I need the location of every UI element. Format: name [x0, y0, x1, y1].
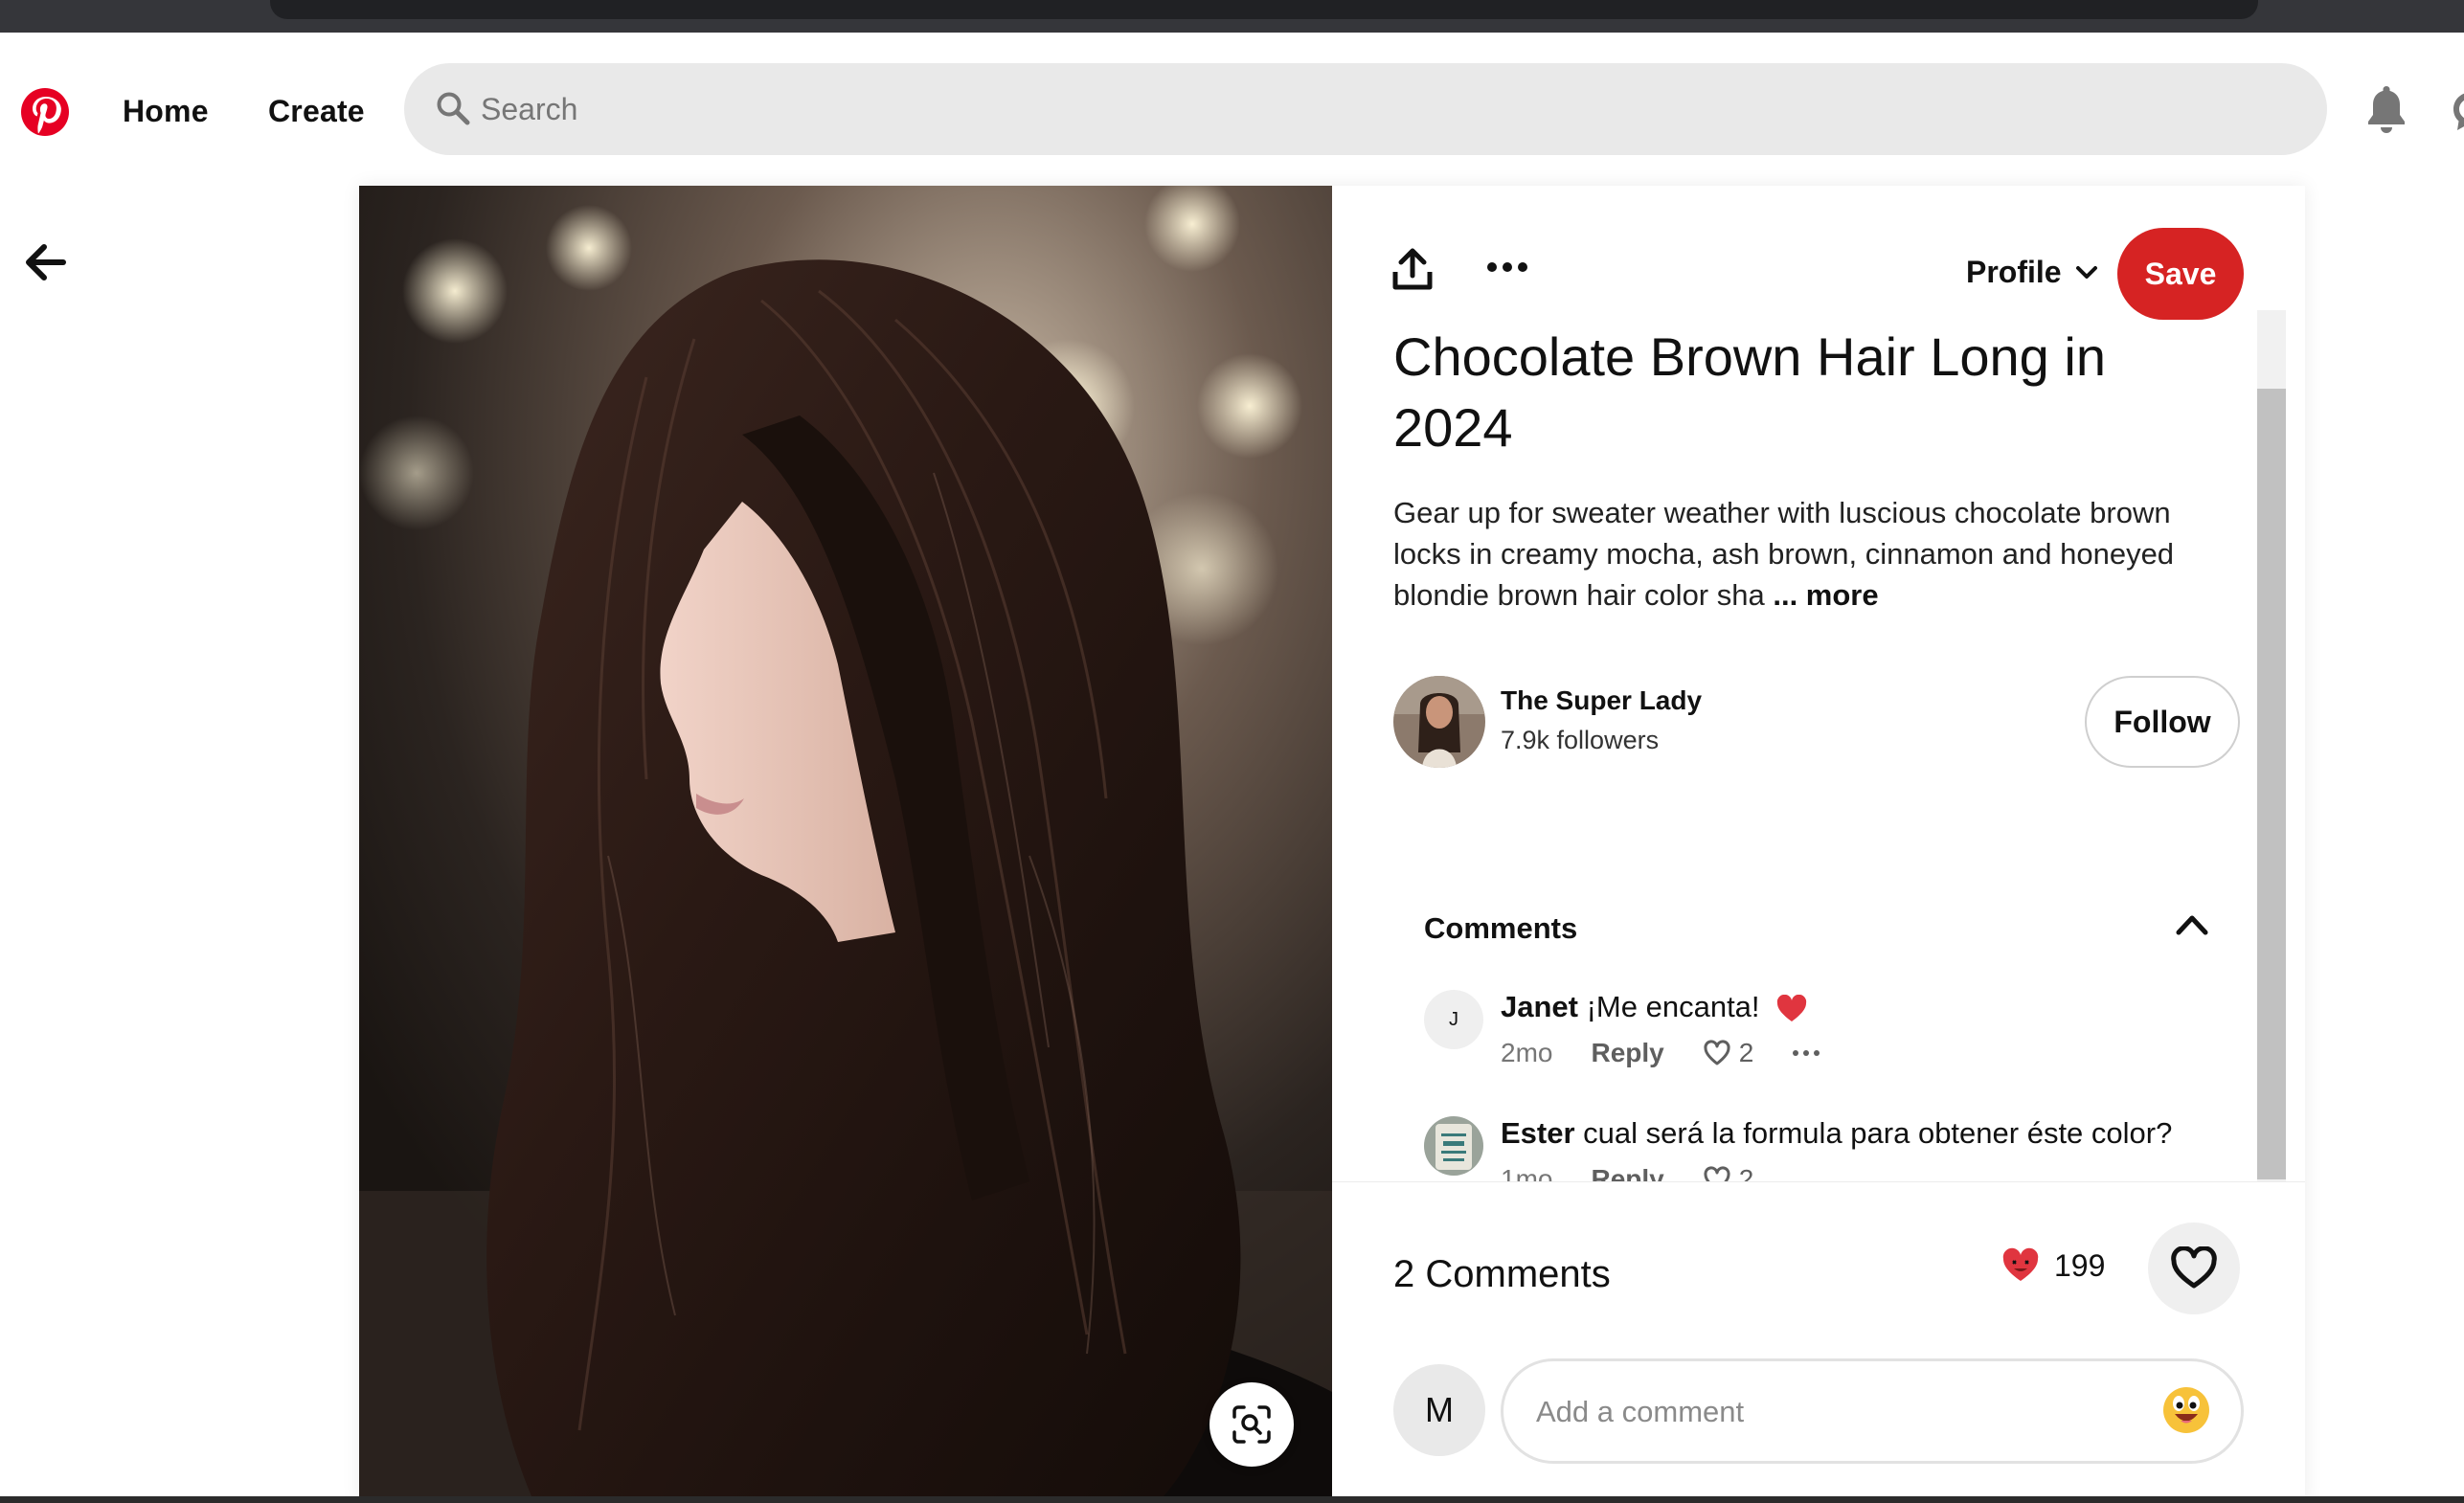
react-button[interactable] [2148, 1223, 2240, 1314]
heart-eyes-icon [2002, 1247, 2039, 1281]
comment-input-box[interactable] [1501, 1358, 2244, 1464]
share-icon[interactable] [1391, 247, 1434, 293]
author-followers: 7.9k followers [1501, 726, 1660, 754]
comment-author[interactable]: Janet [1501, 990, 1578, 1023]
comment-meta: 2mo Reply 2 [1501, 1038, 1820, 1068]
comment-more-icon[interactable] [1792, 1048, 1820, 1058]
comment-author[interactable]: Ester [1501, 1116, 1575, 1150]
comment-time: 2mo [1501, 1038, 1553, 1067]
author-avatar-image [1393, 676, 1485, 768]
comment-reply-button[interactable]: Reply [1591, 1164, 1663, 1181]
visual-search-icon [1232, 1405, 1271, 1444]
comment-line: Ester cual será la formula para obtener … [1501, 1116, 2172, 1151]
pin-image[interactable] [359, 186, 1332, 1496]
browser-address-bar[interactable] [270, 0, 2258, 19]
comment-avatar-image [1424, 1116, 1483, 1176]
description-more-link[interactable]: ... more [1773, 578, 1878, 612]
comments-count: 2 Comments [1393, 1253, 1611, 1295]
author-avatar[interactable] [1393, 676, 1485, 768]
nav-home-link[interactable]: Home [123, 94, 209, 129]
comment-line: Janet ¡Me encanta! [1501, 990, 1820, 1024]
nav-create-link[interactable]: Create [268, 94, 365, 129]
search-input[interactable] [481, 82, 2281, 136]
comment-time: 1mo [1501, 1164, 1553, 1181]
pin-details-panel: Profile Save Chocolate Brown Hair Long i… [1332, 186, 2305, 1503]
comment-meta: 1mo Reply 2 [1501, 1164, 2172, 1181]
back-arrow-icon[interactable] [25, 243, 67, 281]
comment-text: ¡Me encanta! [1586, 990, 1760, 1023]
visual-search-button[interactable] [1209, 1382, 1294, 1467]
comment-text: cual será la formula para obtener éste c… [1583, 1116, 2173, 1150]
emoji-icon[interactable] [2159, 1382, 2214, 1438]
page-bottom-edge [0, 1496, 2464, 1503]
chevron-up-icon[interactable] [2173, 909, 2211, 938]
browser-chrome [0, 0, 2464, 33]
comment-like-count: 2 [1738, 1164, 1754, 1181]
comments-heading: Comments [1424, 911, 1578, 945]
comment-body: Ester cual será la formula para obtener … [1501, 1116, 2172, 1181]
comment-like-button[interactable]: 2 [1703, 1164, 1754, 1181]
heart-outline-icon [1704, 1040, 1730, 1066]
profile-board-select[interactable]: Profile [1966, 255, 2098, 290]
reaction-count: 199 [2054, 1247, 2106, 1283]
bell-icon[interactable] [2363, 82, 2409, 136]
comment-avatar[interactable] [1424, 1116, 1483, 1176]
messages-icon[interactable] [2452, 88, 2464, 132]
pin-description: Gear up for sweater weather with lusciou… [1393, 492, 2236, 616]
reactions-summary[interactable]: 199 [2001, 1247, 2105, 1284]
heart-outline-icon [1704, 1166, 1730, 1181]
more-icon[interactable] [1485, 253, 1529, 281]
pin-card: Profile Save Chocolate Brown Hair Long i… [359, 186, 2305, 1503]
pin-title: Chocolate Brown Hair Long in 2024 [1393, 326, 2106, 458]
comment-like-button[interactable]: 2 [1703, 1038, 1754, 1068]
comment-like-count: 2 [1738, 1038, 1754, 1067]
current-user-avatar[interactable]: M [1393, 1364, 1485, 1456]
profile-select-label: Profile [1966, 255, 2062, 289]
comment-footer: 2 Comments 199 M [1332, 1181, 2305, 1503]
author-name[interactable]: The Super Lady [1501, 685, 1702, 716]
chevron-down-icon [2075, 265, 2097, 279]
follow-button[interactable]: Follow [2085, 676, 2240, 768]
comment-list: J Janet ¡Me encanta! 2mo Reply 2 Ester c… [1332, 990, 2251, 1181]
author-info: The Super Lady 7.9k followers [1501, 685, 1702, 755]
heart-icon [2171, 1246, 2217, 1289]
comment-input[interactable] [1536, 1384, 2149, 1440]
search-bar[interactable] [404, 63, 2327, 155]
comment-body: Janet ¡Me encanta! 2mo Reply 2 [1501, 990, 1820, 1068]
pinterest-logo-icon[interactable] [21, 88, 69, 136]
comment-avatar[interactable]: J [1424, 990, 1483, 1049]
top-navigation: Home Create [0, 33, 2464, 186]
scrollbar-thumb[interactable] [2257, 389, 2286, 1179]
heart-emoji-icon [1777, 994, 1807, 1021]
pin-image-artwork [359, 186, 1332, 1496]
save-button[interactable]: Save [2117, 228, 2244, 320]
search-icon [437, 92, 470, 125]
comment-reply-button[interactable]: Reply [1591, 1038, 1663, 1068]
